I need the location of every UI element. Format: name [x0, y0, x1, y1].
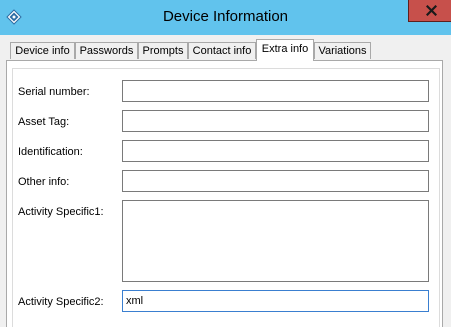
title-bar[interactable]: Device Information: [0, 0, 451, 35]
serial-number-label: Serial number:: [18, 86, 90, 98]
activity-specific2-field[interactable]: [122, 290, 429, 312]
activity-specific1-field[interactable]: [122, 200, 429, 282]
close-icon: [426, 5, 437, 16]
tab-passwords[interactable]: Passwords: [75, 42, 138, 59]
tab-variations[interactable]: Variations: [314, 42, 371, 59]
other-info-label: Other info:: [18, 176, 70, 188]
tab-device-info[interactable]: Device info: [10, 42, 75, 59]
tab-strip: Device info Passwords Prompts Contact in…: [0, 35, 451, 61]
device-information-window: Device Information Device info Passwords…: [0, 0, 451, 327]
fields-group: [12, 68, 440, 327]
asset-tag-label: Asset Tag:: [18, 116, 70, 128]
identification-field[interactable]: [122, 140, 429, 162]
activity-specific2-label: Activity Specific2:: [18, 296, 104, 308]
tab-extra-info[interactable]: Extra info: [256, 39, 314, 61]
asset-tag-field[interactable]: [122, 110, 429, 132]
tab-prompts[interactable]: Prompts: [138, 42, 188, 59]
other-info-field[interactable]: [122, 170, 429, 192]
activity-specific1-label: Activity Specific1:: [18, 206, 104, 218]
identification-label: Identification:: [18, 146, 83, 158]
tab-contact-info[interactable]: Contact info: [188, 42, 256, 59]
close-button[interactable]: [408, 0, 451, 22]
serial-number-field[interactable]: [122, 80, 429, 102]
window-title: Device Information: [162, 8, 289, 25]
